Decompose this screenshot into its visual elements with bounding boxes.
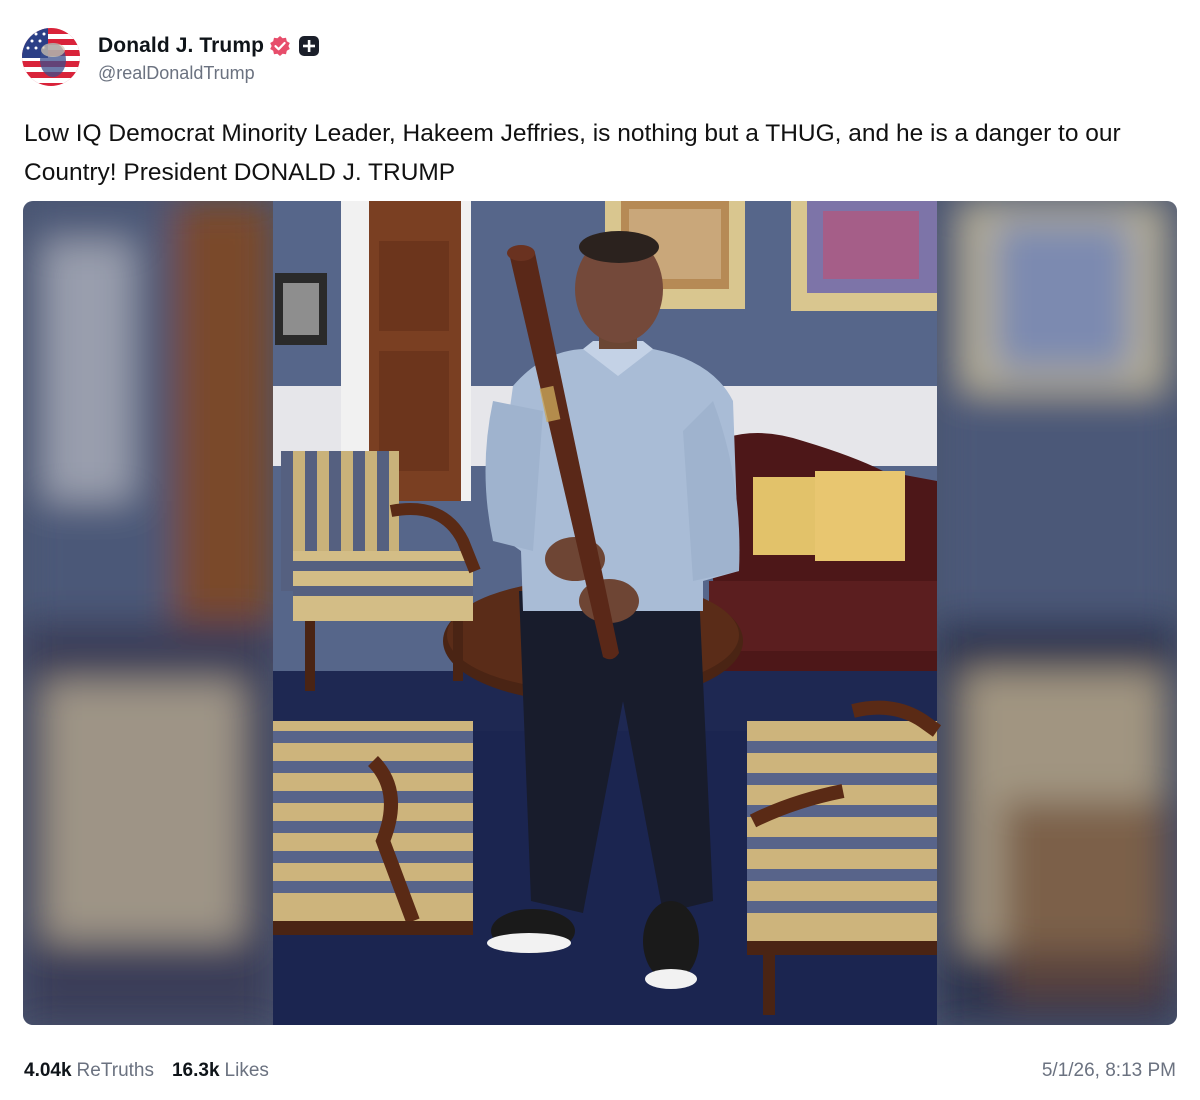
likes-stat[interactable]: 16.3k Likes [172, 1060, 269, 1082]
retruths-stat[interactable]: 4.04k ReTruths [24, 1060, 154, 1082]
post-image[interactable] [23, 201, 1177, 1025]
retruths-label: ReTruths [76, 1060, 154, 1081]
avatar[interactable] [22, 28, 80, 86]
avatar-image [22, 28, 80, 86]
truth-post: Donald J. Trump @realDonaldTrump Low IQ … [0, 0, 1200, 1100]
name-row: Donald J. Trump [98, 31, 320, 61]
post-timestamp[interactable]: 5/1/26, 8:13 PM [1042, 1060, 1176, 1082]
author-handle[interactable]: @realDonaldTrump [98, 63, 320, 84]
post-footer: 4.04k ReTruths 16.3k Likes 5/1/26, 8:13 PM [24, 1060, 1176, 1082]
author-names: Donald J. Trump @realDonaldTrump [98, 31, 320, 84]
post-header: Donald J. Trump @realDonaldTrump [22, 28, 320, 86]
plus-square-icon [298, 35, 320, 57]
verified-badge-icon [269, 35, 291, 57]
likes-count: 16.3k [171, 1060, 220, 1081]
display-name[interactable]: Donald J. Trump [98, 34, 264, 58]
post-text: Low IQ Democrat Minority Leader, Hakeem … [24, 120, 1121, 186]
center-photo [273, 201, 942, 1025]
retruths-count: 4.04k [24, 1060, 72, 1081]
likes-label: Likes [224, 1060, 269, 1081]
